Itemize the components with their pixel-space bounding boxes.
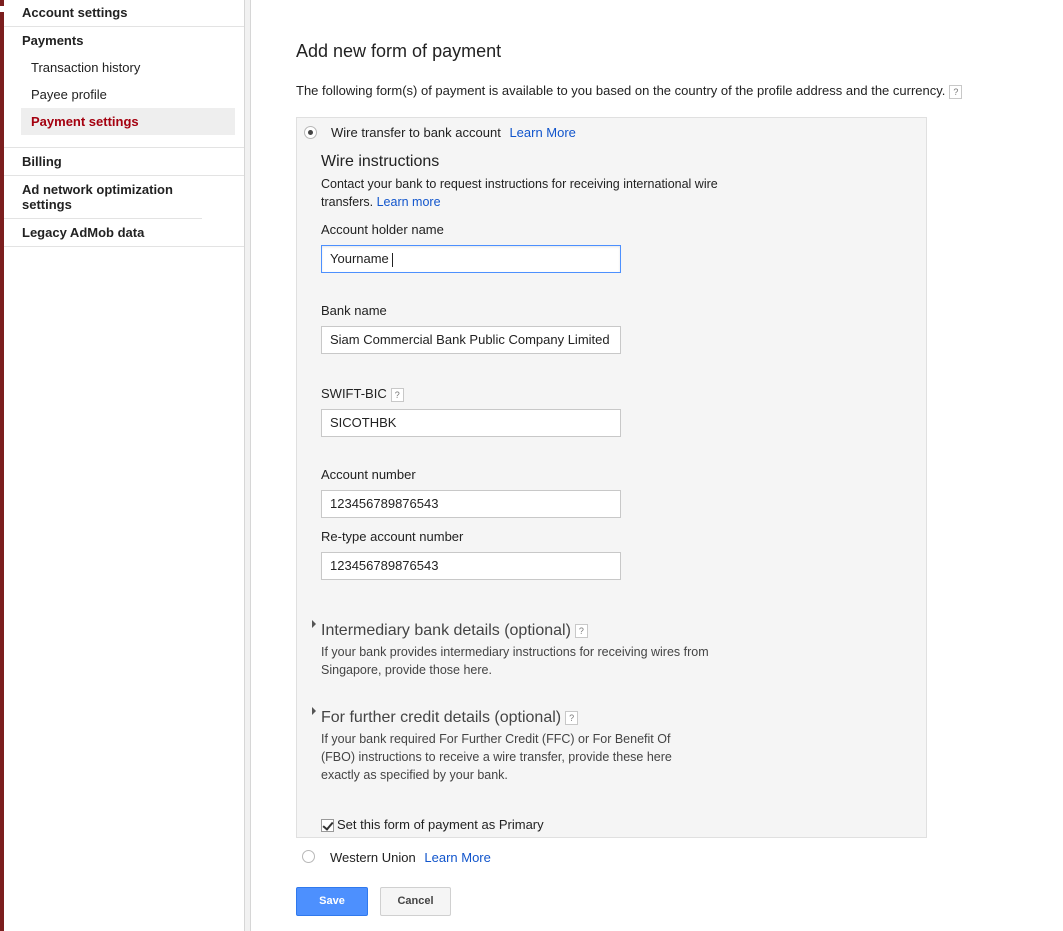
primary-checkbox[interactable] (321, 819, 334, 832)
page-title: Add new form of payment (296, 41, 502, 61)
further-credit-desc: If your bank required For Further Credit… (321, 732, 672, 782)
wire-transfer-row: Wire transfer to bank account Learn More (331, 125, 576, 140)
nav-payee-profile[interactable]: Payee profile (4, 81, 244, 108)
wire-instructions-title: Wire instructions (321, 153, 440, 170)
swift-input[interactable]: SICOTHBK (321, 409, 621, 437)
nav-ad-network-optimization[interactable]: Ad network optimization settings (4, 176, 202, 219)
intro-text-row: The following form(s) of payment is avai… (296, 83, 963, 99)
main-content: Add new form of payment The following fo… (251, 0, 1063, 931)
western-union-row: Western Union Learn More (330, 850, 491, 865)
account-number-input[interactable]: 123456789876543 (321, 490, 621, 518)
wire-learn-more-link[interactable]: Learn More (509, 125, 575, 140)
nav-account-settings[interactable]: Account settings (4, 0, 244, 27)
nav-payments-group: Payments Transaction history Payee profi… (4, 27, 244, 148)
retype-account-label: Re-type account number (321, 529, 464, 544)
further-credit-title-row[interactable]: For further credit details (optional)? (321, 709, 579, 727)
bank-name-label: Bank name (321, 303, 387, 318)
nav-billing[interactable]: Billing (4, 148, 244, 176)
expand-triangle-icon[interactable] (312, 620, 316, 628)
account-number-label: Account number (321, 467, 416, 482)
help-icon[interactable]: ? (949, 84, 963, 99)
western-union-label[interactable]: Western Union (330, 850, 416, 865)
intermediary-title-row[interactable]: Intermediary bank details (optional)? (321, 622, 588, 640)
nav-payment-settings[interactable]: Payment settings (21, 108, 235, 135)
intermediary-title[interactable]: Intermediary bank details (optional) (321, 622, 571, 639)
swift-label-row: SWIFT-BIC? (321, 386, 404, 402)
swift-label: SWIFT-BIC (321, 386, 387, 401)
bank-name-input[interactable]: Siam Commercial Bank Public Company Limi… (321, 326, 621, 354)
wire-instructions-desc: Contact your bank to request instruction… (321, 175, 721, 211)
wire-transfer-label[interactable]: Wire transfer to bank account (331, 125, 501, 140)
western-union-learn-more-link[interactable]: Learn More (424, 850, 490, 865)
expand-triangle-icon[interactable] (312, 707, 316, 715)
intermediary-desc: If your bank provides intermediary instr… (321, 645, 709, 677)
primary-checkbox-label[interactable]: Set this form of payment as Primary (337, 817, 544, 832)
western-union-radio[interactable] (302, 850, 315, 863)
sidebar: Account settings Payments Transaction hi… (4, 0, 245, 931)
intro-text: The following form(s) of payment is avai… (296, 83, 946, 98)
intermediary-help-icon[interactable]: ? (574, 623, 588, 638)
nav-transaction-history[interactable]: Transaction history (4, 54, 244, 81)
further-credit-title[interactable]: For further credit details (optional) (321, 709, 561, 726)
wire-transfer-panel: Wire transfer to bank account Learn More… (296, 117, 927, 838)
wire-transfer-radio[interactable] (304, 126, 317, 139)
nav-legacy-admob[interactable]: Legacy AdMob data (4, 219, 244, 247)
save-button[interactable]: Save (296, 887, 368, 916)
cancel-button[interactable]: Cancel (380, 887, 451, 916)
account-holder-value: Yourname (330, 251, 389, 266)
text-cursor (391, 252, 393, 267)
further-credit-help-icon[interactable]: ? (565, 710, 579, 725)
wire-instructions-learn-more[interactable]: Learn more (377, 195, 441, 209)
swift-help-icon[interactable]: ? (390, 387, 404, 402)
nav-payments[interactable]: Payments (4, 27, 244, 54)
account-holder-label: Account holder name (321, 222, 444, 237)
retype-account-input[interactable]: 123456789876543 (321, 552, 621, 580)
account-holder-input[interactable]: Yourname (321, 245, 621, 273)
